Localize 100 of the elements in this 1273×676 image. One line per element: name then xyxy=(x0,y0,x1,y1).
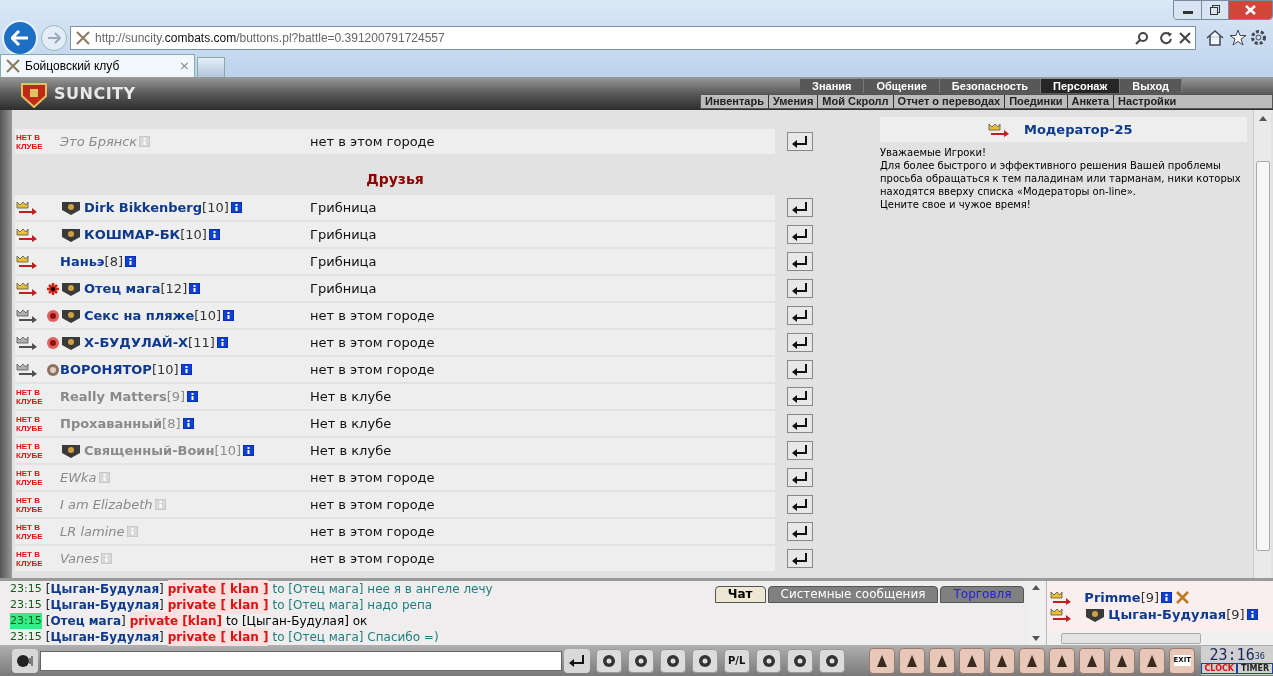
menu-tab[interactable]: Выход xyxy=(1120,79,1182,93)
return-button[interactable] xyxy=(787,306,813,325)
player-name[interactable]: ВОРОНЯТОР xyxy=(60,359,152,380)
menu-tab[interactable]: Общение xyxy=(864,79,940,93)
toolbar-button[interactable] xyxy=(595,648,622,673)
search-icon[interactable] xyxy=(1135,30,1149,45)
action-button[interactable] xyxy=(989,647,1016,674)
refresh-icon[interactable] xyxy=(1159,30,1173,45)
horizontal-scrollbar[interactable] xyxy=(1047,631,1273,645)
scrollbar-thumb[interactable] xyxy=(1061,632,1202,644)
action-button[interactable] xyxy=(1049,647,1076,674)
toolbar-button[interactable]: P/L xyxy=(723,648,750,673)
star-icon[interactable] xyxy=(1229,29,1247,46)
action-button[interactable] xyxy=(1079,647,1106,674)
action-button[interactable] xyxy=(1139,647,1166,674)
return-button[interactable] xyxy=(787,333,813,352)
toolbar-button[interactable] xyxy=(787,648,814,673)
location-text: нет в этом городе xyxy=(310,549,435,568)
location-text: нет в этом городе xyxy=(310,333,435,352)
chat-tab[interactable]: Чат xyxy=(714,586,766,603)
action-button[interactable] xyxy=(899,647,926,674)
browser-tab[interactable]: Бойцовский клуб × xyxy=(0,54,195,77)
scroll-down-icon[interactable] xyxy=(1032,636,1041,641)
info-icon[interactable] xyxy=(230,202,242,213)
menu-tab[interactable]: Знания xyxy=(800,79,865,93)
info-icon[interactable] xyxy=(189,283,201,294)
player-name[interactable]: Dirk Bikkenberg xyxy=(84,197,203,218)
info-icon[interactable] xyxy=(180,364,192,375)
chat-tab[interactable]: Системные сообщения xyxy=(767,586,939,603)
settings-icon[interactable] xyxy=(1250,29,1267,46)
submenu-link[interactable]: Умения xyxy=(767,95,818,108)
return-button[interactable] xyxy=(787,414,813,433)
info-icon[interactable] xyxy=(216,337,228,348)
submenu-link[interactable]: Поединки xyxy=(1004,95,1067,108)
submenu-link[interactable]: Анкета xyxy=(1066,95,1114,108)
submenu-link[interactable]: Настройки xyxy=(1113,95,1181,108)
info-icon[interactable] xyxy=(1246,609,1258,620)
scrollbar-thumb[interactable] xyxy=(1255,161,1270,551)
speech-button[interactable] xyxy=(12,648,38,673)
scroll-up-icon[interactable] xyxy=(1032,585,1041,590)
message-sender[interactable]: [Цыган-Будулая] xyxy=(45,628,164,646)
close-window-button[interactable] xyxy=(1228,1,1272,19)
return-button[interactable] xyxy=(787,279,813,298)
back-button[interactable] xyxy=(2,19,38,56)
return-button[interactable] xyxy=(787,198,813,217)
restore-button[interactable] xyxy=(1201,1,1228,19)
scroll-up-icon[interactable] xyxy=(1258,116,1267,121)
player-level: [8] xyxy=(162,414,181,433)
timer-label[interactable]: TIMER xyxy=(1237,663,1273,674)
info-icon[interactable] xyxy=(125,256,136,267)
info-icon[interactable] xyxy=(243,445,255,456)
player-name[interactable]: Отец мага xyxy=(84,278,161,299)
return-button[interactable] xyxy=(787,252,813,271)
return-button[interactable] xyxy=(787,549,813,568)
action-button[interactable] xyxy=(959,647,986,674)
info-icon[interactable] xyxy=(182,418,194,429)
info-icon[interactable] xyxy=(1161,592,1173,603)
return-button[interactable] xyxy=(787,132,813,151)
player-name[interactable]: Секс на пляже xyxy=(84,305,195,326)
home-icon[interactable] xyxy=(1206,29,1224,46)
return-button[interactable] xyxy=(787,495,813,514)
return-arrow-icon xyxy=(792,255,808,268)
action-button[interactable] xyxy=(869,647,896,674)
action-button[interactable] xyxy=(929,647,956,674)
info-icon[interactable] xyxy=(208,229,220,240)
return-button[interactable] xyxy=(787,387,813,406)
menu-tab[interactable]: Безопасность xyxy=(939,79,1042,93)
player-name[interactable]: КОШМАР-БК xyxy=(84,224,181,245)
toolbar-button[interactable] xyxy=(627,648,654,673)
toolbar-button[interactable] xyxy=(755,648,782,673)
submenu-link[interactable]: Мой Скролл xyxy=(817,95,893,108)
send-button[interactable] xyxy=(564,648,590,673)
stop-icon[interactable] xyxy=(1179,31,1191,44)
address-field[interactable]: http://suncity.combats.com/buttons.pl?battle=0.391200791724557 xyxy=(70,25,1196,50)
action-button[interactable] xyxy=(1019,647,1046,674)
toolbar-button[interactable] xyxy=(659,648,686,673)
info-icon[interactable] xyxy=(223,310,234,321)
moderator-name[interactable]: Модератор-25 xyxy=(1024,119,1133,140)
player-name[interactable]: Х-БУДУЛАЙ-Х xyxy=(84,332,189,353)
return-button[interactable] xyxy=(787,225,813,244)
submenu-link[interactable]: Отчет о переводах xyxy=(892,95,1005,108)
player-name[interactable]: Наньэ xyxy=(60,251,105,272)
return-button[interactable] xyxy=(787,360,813,379)
message-sender[interactable]: [Отец мага] xyxy=(45,612,126,630)
submenu-link[interactable]: Инвентарь xyxy=(701,95,768,108)
tab-close-button[interactable]: × xyxy=(179,56,190,76)
return-button[interactable] xyxy=(787,522,813,541)
location-text: нет в этом городе xyxy=(310,132,435,151)
info-icon[interactable] xyxy=(187,391,199,402)
message-sender[interactable]: [Цыган-Будулая] xyxy=(45,596,164,614)
message-sender[interactable]: [Цыган-Будулая] xyxy=(45,580,164,598)
return-button[interactable] xyxy=(787,441,813,460)
toolbar-button[interactable] xyxy=(819,648,846,673)
return-button[interactable] xyxy=(787,468,813,487)
vertical-scrollbar[interactable] xyxy=(1253,110,1271,578)
chat-input[interactable] xyxy=(39,650,563,671)
minimize-button[interactable] xyxy=(1174,1,1201,19)
toolbar-button[interactable] xyxy=(691,648,718,673)
menu-tab[interactable]: Персонаж xyxy=(1041,79,1121,93)
action-button[interactable] xyxy=(1109,647,1136,674)
